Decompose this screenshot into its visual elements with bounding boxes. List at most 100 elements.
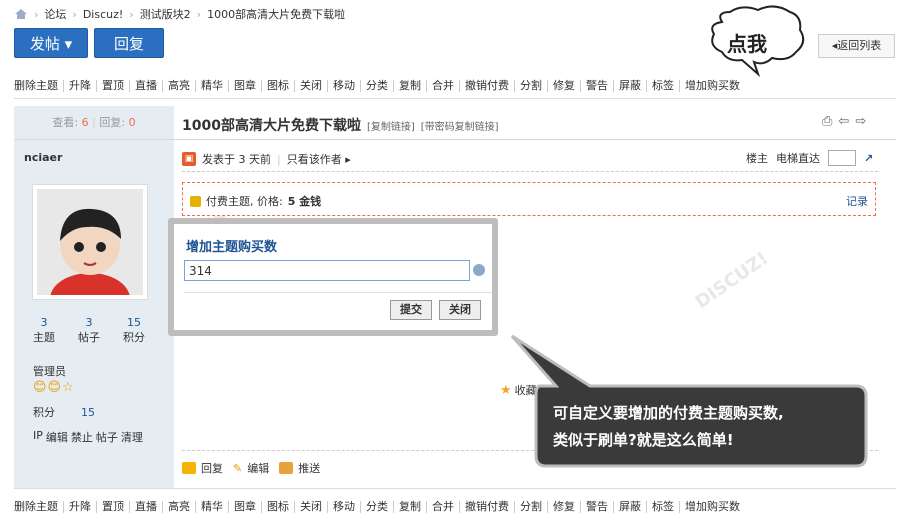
- copy-link[interactable]: [复制链接]: [367, 118, 415, 133]
- purchase-log-link[interactable]: 记录: [846, 193, 868, 209]
- tb-add-purchases[interactable]: 增加购买数: [679, 501, 745, 513]
- tb-close[interactable]: 关闭: [294, 501, 327, 513]
- tb-refund[interactable]: 撤销付费: [459, 80, 514, 92]
- breadcrumb: › 论坛 › Discuz! › 测试版块2 › 1000部高清大片免费下载啦: [14, 6, 345, 22]
- floor-input[interactable]: [828, 150, 856, 166]
- post-button[interactable]: 发帖 ▾: [14, 28, 88, 58]
- divider: [184, 292, 492, 293]
- tb-delete[interactable]: 删除主题: [14, 80, 63, 92]
- post-actions: 回复 ✎ 编辑 推送: [182, 460, 320, 476]
- tb-tag[interactable]: 标签: [646, 501, 679, 513]
- tb-warn[interactable]: 警告: [580, 80, 613, 92]
- tb-ban[interactable]: 屏蔽: [613, 80, 646, 92]
- tb-copy[interactable]: 复制: [393, 80, 426, 92]
- tb-stamp[interactable]: 图章: [228, 80, 261, 92]
- medal-icons: 😊😊☆: [33, 380, 75, 395]
- tb-move[interactable]: 移动: [327, 80, 360, 92]
- home-icon[interactable]: [14, 8, 28, 20]
- tb-close[interactable]: 关闭: [294, 80, 327, 92]
- lock-icon: [190, 195, 201, 207]
- tb-digest[interactable]: 精华: [195, 501, 228, 513]
- push-action[interactable]: 推送: [279, 460, 320, 476]
- moderation-toolbar: 删除主题 升降 置顶 直播 高亮 精华 图章 图标 关闭 移动 分类 复制 合并…: [14, 80, 745, 92]
- copy-password-link[interactable]: [带密码复制链接]: [421, 118, 499, 133]
- breadcrumb-forum[interactable]: 论坛: [44, 6, 66, 22]
- tb-merge[interactable]: 合并: [426, 80, 459, 92]
- tb-ban[interactable]: 屏蔽: [613, 501, 646, 513]
- star-icon: ★: [500, 382, 512, 398]
- dialog-title: 增加主题购买数: [186, 240, 278, 255]
- breadcrumb-thread[interactable]: 1000部高清大片免费下载啦: [207, 6, 345, 22]
- divider: [14, 98, 896, 99]
- prev-thread-icon[interactable]: ⇦: [838, 114, 849, 129]
- tb-live[interactable]: 直播: [129, 80, 162, 92]
- tb-icon[interactable]: 图标: [261, 501, 294, 513]
- help-icon[interactable]: [473, 264, 485, 276]
- tb-add-purchases[interactable]: 增加购买数: [679, 80, 745, 92]
- tb-highlight[interactable]: 高亮: [162, 501, 195, 513]
- tb-merge[interactable]: 合并: [426, 501, 459, 513]
- moderation-toolbar-bottom: 删除主题 升降 置顶 直播 高亮 精华 图章 图标 关闭 移动 分类 复制 合并…: [14, 501, 745, 513]
- next-thread-icon[interactable]: ⇨: [855, 114, 866, 129]
- user-posts-link[interactable]: 帖子: [96, 429, 118, 445]
- reply-action[interactable]: 回复: [182, 460, 223, 476]
- tb-repair[interactable]: 修复: [547, 501, 580, 513]
- tb-bump[interactable]: 升降: [63, 80, 96, 92]
- ban-user-link[interactable]: 禁止: [71, 429, 93, 445]
- go-icon[interactable]: ↗: [864, 152, 873, 165]
- author-name[interactable]: nciaer: [24, 151, 62, 164]
- breadcrumb-discuz[interactable]: Discuz!: [83, 8, 123, 21]
- tb-digest[interactable]: 精华: [195, 80, 228, 92]
- breadcrumb-board[interactable]: 测试版块2: [140, 6, 191, 22]
- tb-icon[interactable]: 图标: [261, 80, 294, 92]
- tb-tag[interactable]: 标签: [646, 80, 679, 92]
- tb-refund[interactable]: 撤销付费: [459, 501, 514, 513]
- thread-stats: 查看: 6 | 回复: 0: [14, 106, 174, 140]
- favorite-button[interactable]: ★ 收藏: [500, 382, 537, 398]
- purchase-count-input[interactable]: [184, 260, 470, 281]
- only-author-link[interactable]: 只看该作者 ▸: [287, 151, 351, 167]
- tb-stick[interactable]: 置顶: [96, 80, 129, 92]
- tb-category[interactable]: 分类: [360, 80, 393, 92]
- jump-label: 电梯直达: [776, 152, 820, 165]
- tb-copy[interactable]: 复制: [393, 501, 426, 513]
- post-time: 发表于 3 天前: [202, 153, 271, 166]
- clean-user-link[interactable]: 清理: [121, 429, 143, 445]
- reply-button[interactable]: 回复: [94, 28, 164, 58]
- submit-button[interactable]: 提交: [390, 300, 432, 320]
- ip-link[interactable]: IP: [33, 429, 43, 445]
- tb-repair[interactable]: 修复: [547, 80, 580, 92]
- title-icons: ⎙ ⇦ ⇨: [822, 114, 866, 129]
- paid-info: 付费主题, 价格: 5 金钱: [190, 193, 321, 209]
- user-icon: ▣: [182, 152, 196, 166]
- reply-icon: [182, 462, 196, 474]
- author-role: 管理员: [33, 365, 66, 378]
- divider: [14, 488, 896, 489]
- tb-move[interactable]: 移动: [327, 501, 360, 513]
- click-me-callout: 点我: [727, 32, 767, 56]
- edit-user-link[interactable]: 编辑: [46, 429, 68, 445]
- thread-title-row: 1000部高清大片免费下载啦 [复制链接] [带密码复制链接]: [182, 115, 499, 135]
- back-to-list-button[interactable]: ◂返回列表: [818, 34, 895, 58]
- edit-action[interactable]: ✎ 编辑: [233, 460, 269, 476]
- floor-jump: 楼主 电梯直达 ↗: [746, 150, 873, 166]
- pencil-icon: ✎: [233, 461, 243, 475]
- close-button[interactable]: 关闭: [439, 300, 481, 320]
- tb-bump[interactable]: 升降: [63, 501, 96, 513]
- tb-highlight[interactable]: 高亮: [162, 80, 195, 92]
- print-icon[interactable]: ⎙: [822, 114, 832, 129]
- avatar[interactable]: [32, 184, 148, 300]
- author-points: 积分 15: [33, 406, 95, 419]
- tb-warn[interactable]: 警告: [580, 501, 613, 513]
- author-admin-actions: IP 编辑 禁止 帖子 清理: [33, 429, 143, 445]
- tb-stamp[interactable]: 图章: [228, 501, 261, 513]
- post-meta: ▣ 发表于 3 天前 | 只看该作者 ▸: [182, 151, 351, 167]
- tb-stick[interactable]: 置顶: [96, 501, 129, 513]
- tb-delete[interactable]: 删除主题: [14, 501, 63, 513]
- watermark: DISCUZ!: [691, 247, 773, 314]
- tb-category[interactable]: 分类: [360, 501, 393, 513]
- tb-split[interactable]: 分割: [514, 501, 547, 513]
- tb-split[interactable]: 分割: [514, 80, 547, 92]
- push-icon: [279, 462, 294, 474]
- tb-live[interactable]: 直播: [129, 501, 162, 513]
